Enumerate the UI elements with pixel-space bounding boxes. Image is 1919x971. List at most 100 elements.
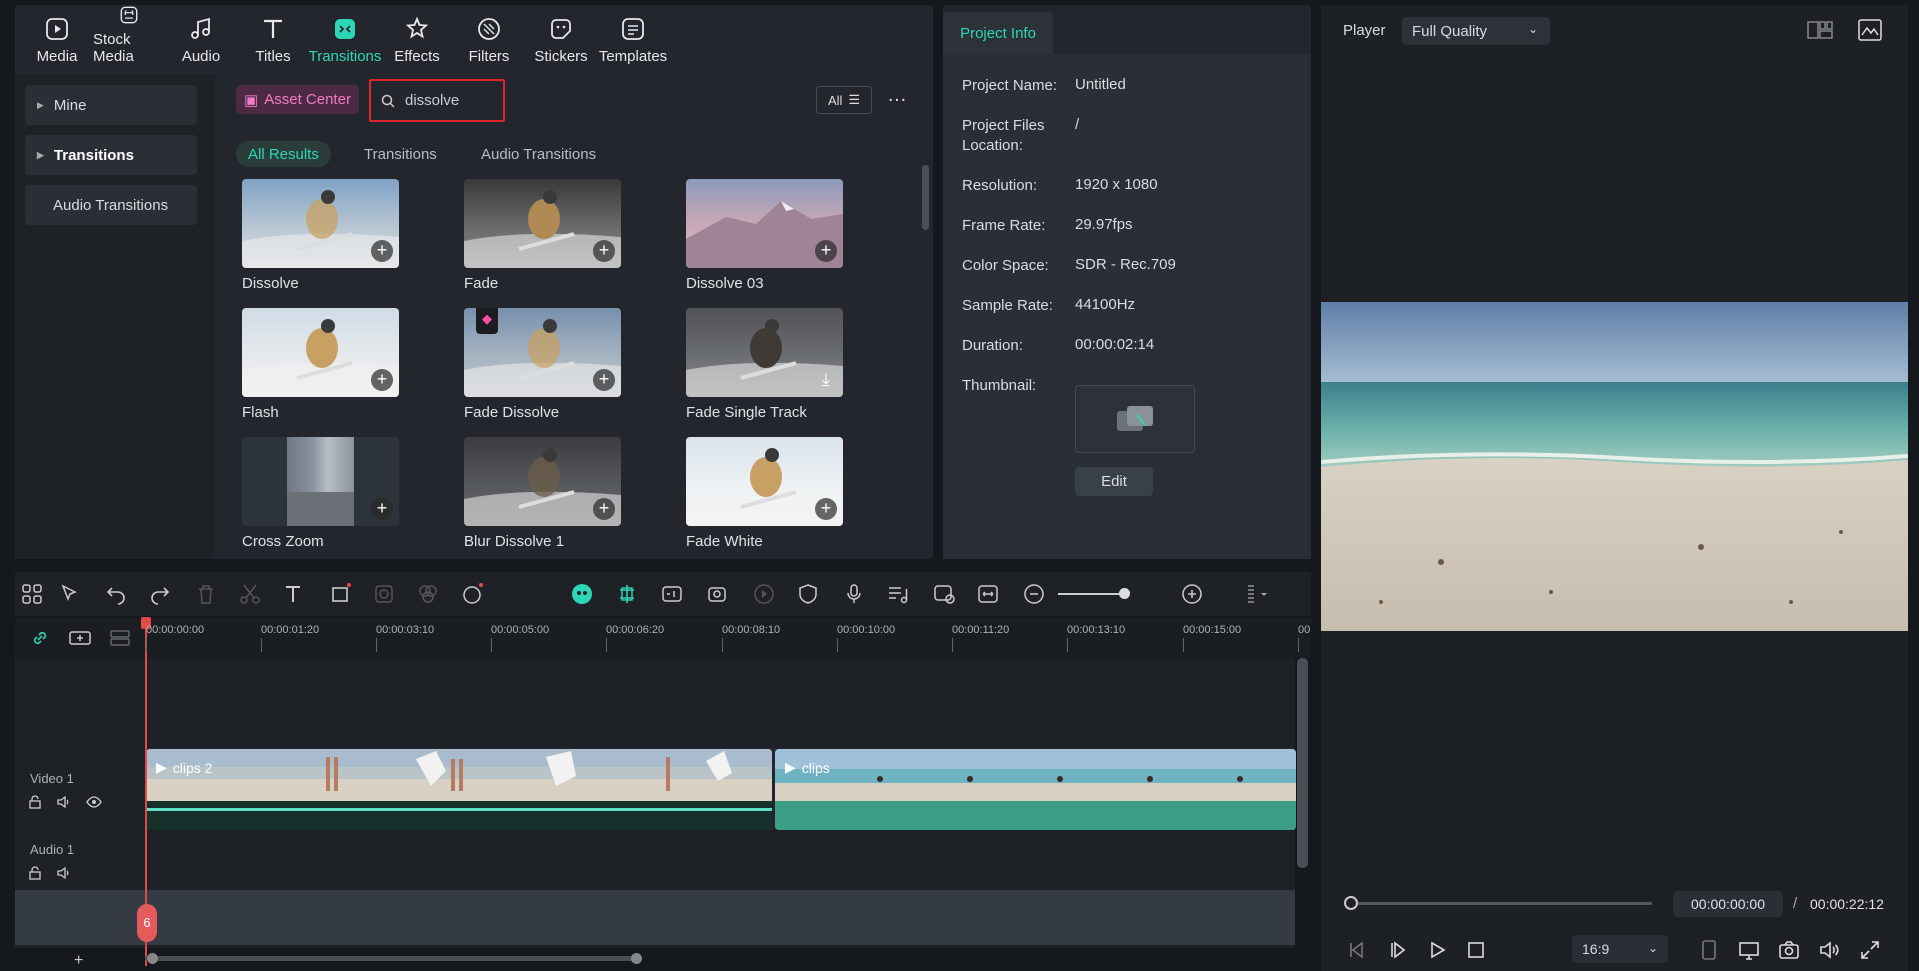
zoom-out-icon[interactable] [1022,582,1046,606]
panel-options-icon[interactable] [1243,582,1267,606]
scrubber-handle[interactable] [1344,896,1358,910]
shield-icon[interactable] [796,582,820,606]
tab-effects[interactable]: Effects [381,5,453,73]
mask-icon[interactable] [372,582,396,606]
add-icon[interactable]: + [593,498,615,520]
transition-thumbnail[interactable]: + [242,437,399,526]
scrollbar-left-handle[interactable] [147,953,158,964]
transition-card[interactable]: + Flash [242,308,402,421]
audio-sync-icon[interactable] [660,582,684,606]
add-icon[interactable]: + [593,369,615,391]
thumbnail-preview[interactable] [1075,385,1195,453]
speaker-icon[interactable] [56,795,72,809]
add-icon[interactable]: + [371,240,393,262]
volume-icon[interactable] [1817,938,1841,962]
asset-center-button[interactable]: ▣ Asset Center [236,85,359,114]
add-track-button[interactable]: + [74,952,83,970]
transition-card[interactable]: + Fade White [686,437,846,550]
layout-grid-icon[interactable] [20,582,44,606]
sidebar-item-mine[interactable]: ▶ Mine [25,85,197,125]
undo-icon[interactable] [104,582,128,606]
add-track-icon[interactable] [68,628,92,648]
snapshot-icon[interactable] [1777,938,1801,962]
zoom-in-icon[interactable] [1180,582,1204,606]
transition-thumbnail[interactable]: + [686,179,843,268]
add-icon[interactable]: + [815,498,837,520]
color-icon[interactable] [416,582,440,606]
audio-track-lane[interactable] [145,830,1295,890]
add-icon[interactable]: + [371,498,393,520]
video-clip[interactable]: ▶ clips [775,749,1296,830]
transition-card[interactable]: + Dissolve [242,179,402,292]
transition-thumbnail[interactable]: + [686,437,843,526]
tab-filters[interactable]: Filters [453,5,525,73]
redo-icon[interactable] [148,582,172,606]
transition-card[interactable]: ◆ + Fade Dissolve [464,308,624,421]
music-list-icon[interactable] [886,582,910,606]
transition-card[interactable]: ⤓ Fade Single Track [686,308,846,421]
aspect-ratio-dropdown[interactable]: 16:9 ⌄ [1572,935,1668,963]
lock-icon[interactable] [28,866,42,880]
search-input[interactable]: dissolve [369,79,505,122]
add-icon[interactable]: + [815,240,837,262]
add-icon[interactable]: + [371,369,393,391]
tab-transitions[interactable]: Transitions [309,5,381,73]
tab-audio-transitions[interactable]: Audio Transitions [469,141,608,167]
quality-dropdown[interactable]: Full Quality ⌄ [1402,17,1550,45]
scrollbar-right-handle[interactable] [631,953,642,964]
results-scrollbar[interactable] [922,165,929,230]
tab-titles[interactable]: Titles [237,5,309,73]
select-tool-icon[interactable] [58,582,82,606]
fullscreen-icon[interactable] [1858,938,1882,962]
transition-thumbnail[interactable]: ◆ + [464,308,621,397]
add-icon[interactable]: + [593,240,615,262]
tab-all-results[interactable]: All Results [236,141,331,167]
scopes-icon[interactable] [1858,19,1882,41]
transition-card[interactable]: + Cross Zoom [242,437,402,550]
tab-audio[interactable]: Audio [165,5,237,73]
transition-thumbnail[interactable]: ⤓ [686,308,843,397]
snap-icon[interactable] [615,582,639,606]
sidebar-item-audio-transitions[interactable]: Audio Transitions [25,185,197,225]
auto-reframe-icon[interactable] [932,582,956,606]
playhead-marker[interactable]: 6 [137,904,157,942]
cut-icon[interactable] [238,582,262,606]
current-timecode[interactable]: 00:00:00:00 [1673,891,1783,917]
next-frame-icon[interactable] [1385,938,1409,962]
tab-media[interactable]: Media [21,5,93,73]
filter-dropdown[interactable]: All ☰ [816,86,872,114]
tab-transitions[interactable]: Transitions [352,141,449,167]
eye-icon[interactable] [86,795,102,809]
tab-templates[interactable]: Templates [597,5,669,73]
tab-stock-media[interactable]: Stock Media [93,5,165,73]
stop-icon[interactable] [1464,938,1488,962]
timeline-horizontal-scrollbar[interactable] [145,956,637,961]
transition-card[interactable]: + Fade [464,179,624,292]
lock-icon[interactable] [28,795,42,809]
bottom-track-lane[interactable] [15,890,1295,945]
ai-tool-icon[interactable] [461,582,485,606]
tab-project-info[interactable]: Project Info [943,12,1053,54]
empty-track[interactable] [145,658,1295,748]
video-clip[interactable]: ▶ clips 2 [146,749,772,830]
playback-scrubber[interactable] [1350,902,1652,905]
sidebar-item-transitions[interactable]: ▶ Transitions [25,135,197,175]
layout-toggle-icon[interactable] [1807,20,1833,40]
ai-avatar-icon[interactable] [570,582,594,606]
delete-icon[interactable] [194,582,218,606]
crop-icon[interactable] [328,582,352,606]
text-tool-icon[interactable] [282,582,306,606]
previous-frame-icon[interactable] [1344,938,1368,962]
display-icon[interactable] [1737,938,1761,962]
transition-thumbnail[interactable]: + [464,437,621,526]
zoom-slider[interactable] [1058,593,1124,595]
speaker-icon[interactable] [56,866,72,880]
tab-stickers[interactable]: Stickers [525,5,597,73]
mark-icon[interactable] [1697,938,1721,962]
track-manager-icon[interactable] [108,628,132,648]
transition-card[interactable]: + Dissolve 03 [686,179,846,292]
smart-cutout-icon[interactable] [706,582,730,606]
transition-card[interactable]: + Blur Dissolve 1 [464,437,624,550]
more-options-button[interactable]: … [884,85,910,112]
download-icon[interactable]: ⤓ [815,369,837,391]
